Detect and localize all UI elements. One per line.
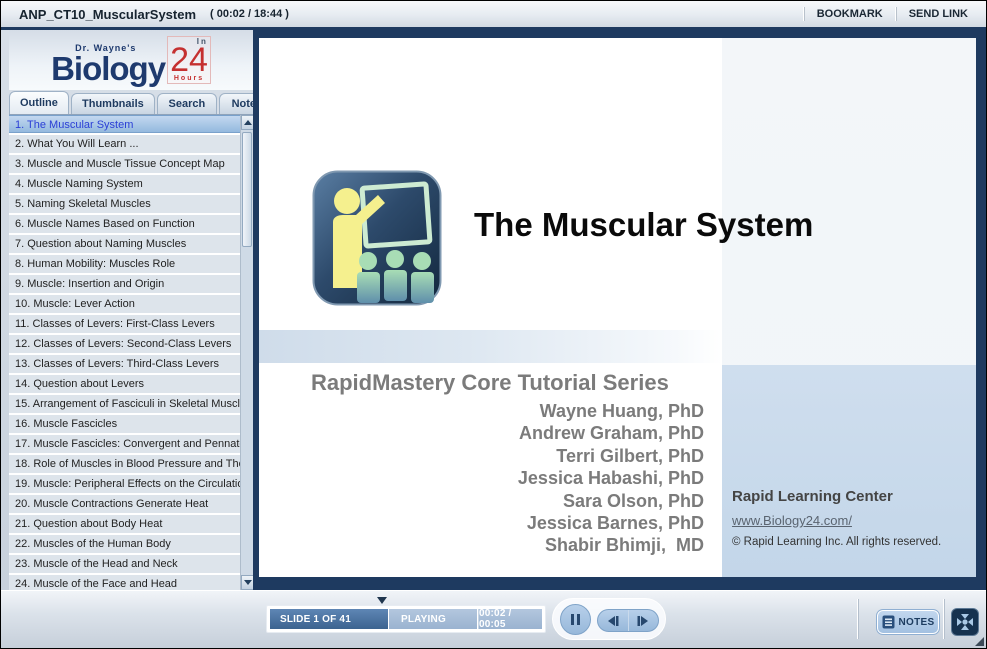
step-buttons xyxy=(597,609,659,632)
bookmark-button[interactable]: BOOKMARK xyxy=(817,8,883,20)
slide-counter[interactable]: SLIDE 1 OF 41 xyxy=(270,609,388,629)
logo-hours-text: Hours xyxy=(173,74,205,82)
logo-number: 24 xyxy=(170,41,208,80)
outline-item[interactable]: 10. Muscle: Lever Action xyxy=(9,295,240,313)
logo-24-badge: In 24 Hours xyxy=(167,36,211,84)
author-line: Jessica Habashi, PhD xyxy=(517,468,704,489)
outline-scrollbar[interactable] xyxy=(240,115,253,590)
sidebar: Dr. Wayne's Biology In 24 Hours Outline T… xyxy=(1,30,275,590)
outline-item[interactable]: 3. Muscle and Muscle Tissue Concept Map xyxy=(9,155,240,173)
outline-item[interactable]: 7. Question about Naming Muscles xyxy=(9,235,240,253)
outline-item[interactable]: 11. Classes of Levers: First-Class Lever… xyxy=(9,315,240,333)
control-bar-divider xyxy=(857,599,859,639)
pause-icon xyxy=(577,614,580,625)
step-back-icon xyxy=(607,615,619,626)
scroll-up-button[interactable] xyxy=(241,115,253,130)
slide-accent-band xyxy=(259,330,722,363)
tab-outline[interactable]: Outline xyxy=(9,91,69,114)
outline-item[interactable]: 20. Muscle Contractions Generate Heat xyxy=(9,495,240,513)
titlebar-divider xyxy=(802,7,805,21)
player-window: ANP_CT10_MuscularSystem ( 00:02 / 18:44 … xyxy=(0,0,987,649)
outline-item[interactable]: 1. The Muscular System xyxy=(9,115,240,133)
outline-item[interactable]: 2. What You Will Learn ... xyxy=(9,135,240,153)
scroll-down-button[interactable] xyxy=(241,575,253,590)
previous-slide-button[interactable] xyxy=(598,610,629,631)
outline-item[interactable]: 24. Muscle of the Face and Head xyxy=(9,575,240,590)
outline-item[interactable]: 22. Muscles of the Human Body xyxy=(9,535,240,553)
outline-item[interactable]: 14. Question about Levers xyxy=(9,375,240,393)
pause-button[interactable] xyxy=(560,604,591,635)
outline-item[interactable]: 8. Human Mobility: Muscles Role xyxy=(9,255,240,273)
outline-item[interactable]: 4. Muscle Naming System xyxy=(9,175,240,193)
outline-item[interactable]: 13. Classes of Levers: Third-Class Lever… xyxy=(9,355,240,373)
author-line: Sara Olson, PhD xyxy=(562,490,704,511)
arrow-down-icon xyxy=(243,580,252,585)
fullscreen-button[interactable] xyxy=(951,608,979,636)
progress-bar[interactable]: SLIDE 1 OF 41 PLAYING 00:02 / 00:05 xyxy=(266,605,546,633)
author-line: Shabir Bhimji, MD xyxy=(544,535,704,556)
player-control-bar: SLIDE 1 OF 41 PLAYING 00:02 / 00:05 NOTE… xyxy=(1,590,986,648)
presentation-title: ANP_CT10_MuscularSystem xyxy=(19,6,197,22)
sidebar-tabs: Outline Thumbnails Search Notes xyxy=(9,90,275,114)
outline-item[interactable]: 5. Naming Skeletal Muscles xyxy=(9,195,240,213)
titlebar-divider xyxy=(894,7,897,21)
logo-wordmark: Biology xyxy=(51,49,166,87)
transport-controls xyxy=(552,598,666,640)
slide-time: 00:02 / 00:05 xyxy=(478,608,542,630)
author-line: Andrew Graham, PhD xyxy=(518,423,704,444)
arrow-up-icon xyxy=(243,120,252,125)
author-line: Terri Gilbert, PhD xyxy=(556,445,704,466)
outline-item[interactable]: 17. Muscle Fascicles: Convergent and Pen… xyxy=(9,435,240,453)
outline-item[interactable]: 12. Classes of Levers: Second-Class Leve… xyxy=(9,335,240,353)
next-slide-button[interactable] xyxy=(629,610,659,631)
author-line: Wayne Huang, PhD xyxy=(539,401,704,421)
org-block: Rapid Learning Center www.Biology24.com/… xyxy=(732,488,972,548)
org-name: Rapid Learning Center xyxy=(732,488,893,505)
pause-icon xyxy=(571,614,574,625)
teacher-classroom-icon xyxy=(312,170,442,306)
outline-item[interactable]: 16. Muscle Fascicles xyxy=(9,415,240,433)
series-subtitle: RapidMastery Core Tutorial Series xyxy=(311,370,669,395)
step-forward-icon xyxy=(637,615,649,626)
logo: Dr. Wayne's Biology In 24 Hours xyxy=(9,30,253,90)
notes-button[interactable]: NOTES xyxy=(876,609,940,635)
org-copyright: © Rapid Learning Inc. All rights reserve… xyxy=(732,536,942,548)
outline-item[interactable]: 18. Role of Muscles in Blood Pressure an… xyxy=(9,455,240,473)
resize-grip[interactable] xyxy=(975,637,984,646)
title-bar: ANP_CT10_MuscularSystem ( 00:02 / 18:44 … xyxy=(1,1,986,30)
tab-thumbnails[interactable]: Thumbnails xyxy=(70,93,155,114)
slide-title: The Muscular System xyxy=(474,206,814,243)
outline-item[interactable]: 21. Question about Body Heat xyxy=(9,515,240,533)
notes-document-icon xyxy=(882,615,895,629)
outline-item[interactable]: 9. Muscle: Insertion and Origin xyxy=(9,275,240,293)
slide-stage: The Muscular System RapidMastery Core Tu… xyxy=(253,30,986,590)
org-website-link[interactable]: www.Biology24.com/ xyxy=(732,513,972,528)
outline-item[interactable]: 19. Muscle: Peripheral Effects on the Ci… xyxy=(9,475,240,493)
author-list: Wayne Huang, PhD Andrew Graham, PhD Terri … xyxy=(319,400,704,557)
outline-item[interactable]: 15. Arrangement of Fasciculi in Skeletal… xyxy=(9,395,240,413)
author-line: Jessica Barnes, PhD xyxy=(526,513,704,534)
total-elapsed-time: ( 00:02 / 18:44 ) xyxy=(210,8,289,20)
outline-item[interactable]: 23. Muscle of the Head and Neck xyxy=(9,555,240,573)
slide-canvas: The Muscular System RapidMastery Core Tu… xyxy=(259,38,976,577)
send-link-button[interactable]: SEND LINK xyxy=(909,8,968,20)
tab-search[interactable]: Search xyxy=(156,93,217,114)
notes-button-label: NOTES xyxy=(898,616,935,628)
fullscreen-icon xyxy=(957,614,973,630)
playback-status: PLAYING xyxy=(389,609,477,629)
outline-list: 1. The Muscular System 2. What You Will L… xyxy=(9,115,240,590)
control-bar-divider xyxy=(943,599,945,639)
outline-item[interactable]: 6. Muscle Names Based on Function xyxy=(9,215,240,233)
playhead-marker-icon[interactable] xyxy=(377,597,387,604)
scrollbar-thumb[interactable] xyxy=(242,132,252,247)
